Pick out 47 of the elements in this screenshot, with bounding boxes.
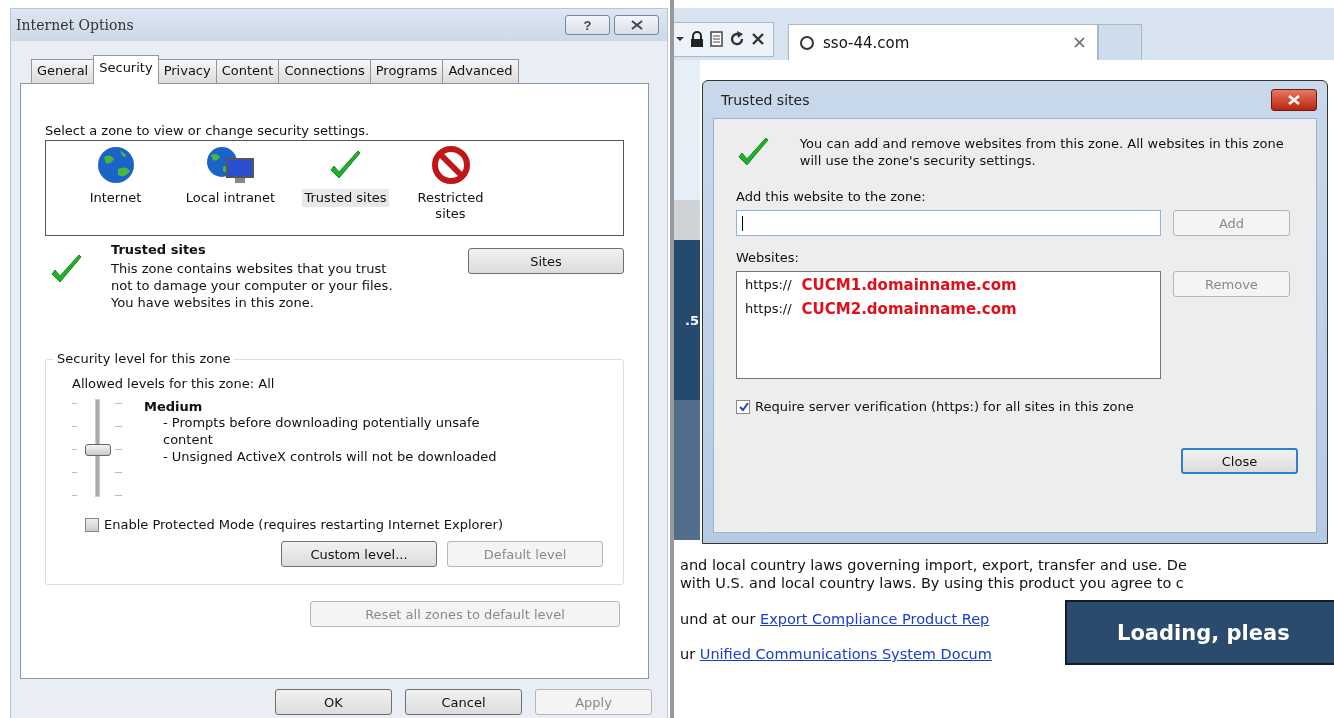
zone-item[interactable]: Restricted sites [406, 189, 495, 223]
zone-title: Trusted sites [111, 242, 207, 257]
page-link[interactable]: Export Compliance Product Rep [760, 611, 990, 627]
tab[interactable]: Programs [369, 59, 444, 83]
dialog-button[interactable]: OK [275, 689, 392, 715]
level-description: - Unsigned ActiveX controls will not be downloaded [162, 448, 498, 465]
page-text: and local country laws governing import, export, transfer and use. De [680, 556, 1187, 574]
website-scheme: https:// [745, 300, 792, 318]
zone-item[interactable]: Trusted sites [302, 189, 389, 207]
page-link[interactable]: Unified Communications System Docum [699, 646, 992, 662]
tab[interactable]: Security [93, 55, 159, 84]
checkbox-label: Require server verification (https:) for all sites in this zone [755, 399, 1134, 414]
field-label: Add this website to the zone: [736, 189, 927, 204]
level-description: - Prompts before downloading potentially unsafe content [162, 414, 481, 448]
window-title: Internet Options [16, 17, 134, 33]
page-text: with U.S. and local country laws. By using this product you agree to c [680, 574, 1185, 592]
tab[interactable]: General [31, 59, 95, 83]
tab-title: sso-44.com [823, 33, 911, 52]
instruction-text: Select a zone to view or change security settings. [45, 123, 371, 138]
tab[interactable]: Advanced [442, 59, 519, 83]
tab[interactable]: Privacy [157, 59, 217, 83]
zone-item[interactable]: Local intranet [183, 189, 278, 207]
message-text: You can add and remove websites from this zone. All websites in this zone will use the zone's security settings. [799, 135, 1285, 169]
website-host: CUCM1.domainname.com [801, 275, 1017, 296]
page-text: ur [680, 646, 697, 662]
group-label: Security level for this zone [53, 351, 235, 366]
tab[interactable]: Connections [278, 59, 371, 83]
website-host: CUCM2.domainname.com [801, 299, 1017, 320]
website-scheme: https:// [745, 276, 792, 294]
allowed-levels-text: Allowed levels for this zone: All [72, 376, 276, 391]
sites-button[interactable]: Sites [468, 248, 624, 274]
zone-item[interactable]: Internet [87, 189, 144, 207]
checkbox-label: Enable Protected Mode (requires restarting Internet Explorer) [104, 517, 504, 532]
dialog-button[interactable]: Cancel [405, 689, 522, 715]
level-name: Medium [144, 399, 204, 414]
banner-text: .5 [685, 312, 699, 328]
tab[interactable]: Content [215, 59, 280, 83]
zone-description: This zone contains websites that you trust not to damage your computer or your files. [111, 260, 394, 294]
level-button[interactable]: Custom level... [281, 541, 437, 567]
help-button[interactable]: ? [565, 15, 610, 35]
loading-message: Loading, pleas [1065, 600, 1334, 665]
field-label: Websites: [736, 250, 800, 265]
browser-tab[interactable]: sso-44.com [788, 23, 1098, 61]
zone-note: You have websites in this zone. [111, 294, 315, 311]
page-text: und at our [680, 611, 757, 627]
close-dialog-button[interactable]: Close [1181, 448, 1298, 474]
window-title: Trusted sites [720, 91, 810, 108]
